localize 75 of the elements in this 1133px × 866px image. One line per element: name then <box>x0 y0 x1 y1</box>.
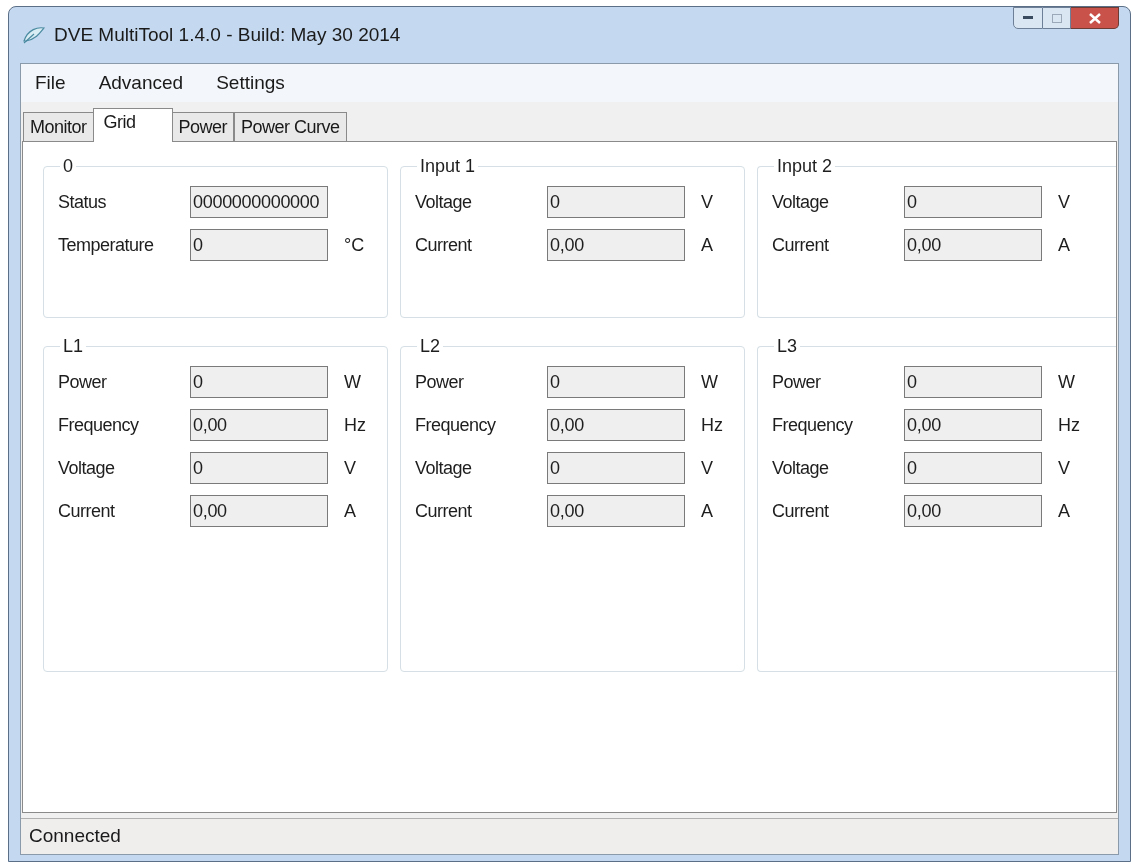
unit-label: W <box>1058 370 1076 394</box>
field-label: Voltage <box>415 190 473 214</box>
group-title: L3 <box>776 336 799 356</box>
value-field[interactable]: 0 <box>904 452 1043 484</box>
close-icon <box>1088 12 1101 24</box>
tab[interactable]: Power <box>171 112 235 142</box>
field-label: Frequency <box>415 413 497 437</box>
unit-label: V <box>701 190 714 214</box>
field-label: Voltage <box>415 456 473 480</box>
field-label: Power <box>58 370 108 394</box>
value-field[interactable]: 0,00 <box>547 495 685 527</box>
value-field[interactable]: 0,00 <box>904 409 1043 441</box>
value-field[interactable]: 0,00 <box>547 229 685 261</box>
value-field[interactable]: 0 <box>190 452 328 484</box>
status-text: Connected <box>29 824 121 849</box>
tab[interactable]: Power Curve <box>234 112 347 142</box>
group-title: L2 <box>419 336 442 356</box>
field-label: Power <box>415 370 465 394</box>
value-field[interactable]: 0 <box>547 186 685 218</box>
value-field[interactable]: 0,00 <box>547 409 685 441</box>
window-title: DVE MultiTool 1.4.0 - Build: May 30 2014 <box>54 22 401 47</box>
close-button[interactable] <box>1071 7 1119 29</box>
unit-label: Hz <box>344 413 366 437</box>
unit-label: A <box>701 499 714 523</box>
field-label: Current <box>415 499 473 523</box>
field-label: Current <box>772 499 830 523</box>
tab[interactable]: Monitor <box>23 112 94 142</box>
value-field[interactable]: 0,00 <box>190 409 328 441</box>
value-field[interactable]: 0 <box>190 366 328 398</box>
field-label: Frequency <box>772 413 854 437</box>
field-label: Frequency <box>58 413 140 437</box>
field-label: Power <box>772 370 822 394</box>
unit-label: V <box>1058 456 1071 480</box>
group-title: 0 <box>62 156 74 176</box>
value-field[interactable]: 0 <box>904 186 1043 218</box>
unit-label: A <box>1058 499 1071 523</box>
unit-label: Hz <box>701 413 723 437</box>
value-field[interactable]: 0 <box>904 366 1043 398</box>
unit-label: Hz <box>1058 413 1081 437</box>
menu-item[interactable]: File <box>35 68 66 98</box>
unit-label: V <box>1058 190 1071 214</box>
field-label: Status <box>58 190 108 214</box>
unit-label: A <box>701 233 714 257</box>
value-field[interactable]: 0,00 <box>190 495 328 527</box>
group-title: L1 <box>62 336 85 356</box>
field-label: Voltage <box>772 190 830 214</box>
minimize-button[interactable] <box>1013 7 1043 29</box>
tab[interactable]: Grid <box>92 108 173 142</box>
unit-label: °C <box>344 233 365 257</box>
value-field[interactable]: 0 <box>547 452 685 484</box>
group-title: Input 2 <box>776 156 834 176</box>
value-field[interactable]: 0000000000000 <box>190 186 328 218</box>
group-title: Input 1 <box>419 156 477 176</box>
field-label: Voltage <box>58 456 116 480</box>
menu-item[interactable]: Settings <box>216 68 285 98</box>
field-label: Voltage <box>772 456 830 480</box>
maximize-button[interactable] <box>1043 7 1071 29</box>
maximize-icon <box>1051 13 1062 23</box>
value-field[interactable]: 0,00 <box>904 229 1043 261</box>
unit-label: V <box>344 456 356 480</box>
leaf-icon <box>22 25 46 45</box>
field-label: Current <box>415 233 473 257</box>
field-label: Current <box>58 499 116 523</box>
menu-item[interactable]: Advanced <box>98 68 184 98</box>
field-label: Current <box>772 233 830 257</box>
value-field[interactable]: 0 <box>190 229 328 261</box>
minimize-icon <box>1023 16 1033 20</box>
value-field[interactable]: 0,00 <box>904 495 1043 527</box>
unit-label: W <box>344 370 361 394</box>
field-label: Temperature <box>58 233 155 257</box>
unit-label: V <box>701 456 714 480</box>
unit-label: A <box>344 499 356 523</box>
unit-label: W <box>701 370 718 394</box>
value-field[interactable]: 0 <box>547 366 685 398</box>
unit-label: A <box>1058 233 1071 257</box>
